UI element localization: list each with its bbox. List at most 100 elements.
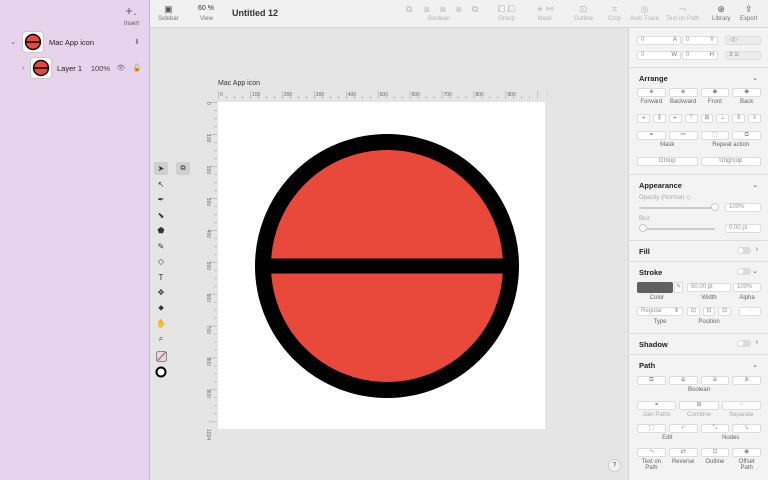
w-field[interactable]: 0W	[637, 51, 681, 60]
mask-button[interactable]: ⚭ ⚯ Mask	[536, 4, 554, 22]
h-field[interactable]: 0H	[682, 51, 718, 60]
path-subtract-icon[interactable]: ⧇	[668, 376, 698, 385]
vector-icon[interactable]: ⬊	[154, 209, 168, 222]
group-button[interactable]: Group	[637, 157, 698, 166]
back-button[interactable]: ◆	[732, 88, 761, 97]
group-button[interactable]: ⧠ ⧠ Group	[498, 4, 515, 22]
stroke-width-field[interactable]: 50.00 pt	[687, 283, 731, 292]
pin-icon[interactable]: ⬇	[132, 38, 142, 46]
backward-button[interactable]: ◈	[668, 88, 698, 97]
stroke-inside-icon[interactable]: ⊡	[687, 307, 700, 316]
mask-button[interactable]: ⚭	[637, 131, 666, 140]
artwork[interactable]	[218, 102, 545, 429]
outline-icon[interactable]: ⊡	[700, 448, 730, 457]
help-button[interactable]: ?	[608, 459, 621, 472]
align-center-icon[interactable]: ⫼	[652, 114, 666, 123]
stroke-alpha-field[interactable]: 100%	[733, 283, 761, 292]
nodes-curve-icon[interactable]: ⤥	[732, 424, 761, 433]
opacity-slider-knob[interactable]	[711, 203, 719, 211]
repeat-step-button[interactable]: ⧉	[732, 131, 761, 140]
boolean-union-button[interactable]: ⧈	[424, 4, 430, 15]
y-field[interactable]: 0Y	[682, 36, 718, 45]
transform-icon[interactable]: ✥	[154, 286, 168, 299]
blur-slider-knob[interactable]	[639, 224, 647, 232]
insert-button[interactable]: +⌄ Insert	[124, 5, 139, 27]
align-top-icon[interactable]: ⊤	[684, 114, 698, 123]
align-button[interactable]: ⧉	[406, 4, 412, 15]
combine-icon[interactable]: ⊞	[679, 401, 719, 410]
hand-icon[interactable]: ✋	[154, 317, 168, 330]
text-on-path-button[interactable]: ⤳ Text on Path	[666, 4, 699, 22]
blur-slider[interactable]	[639, 228, 715, 230]
outline-button[interactable]: ⊡ Outline	[574, 4, 593, 22]
visibility-eye-icon[interactable]: 👁	[116, 64, 126, 72]
reverse-icon[interactable]: ⇄	[668, 448, 698, 457]
chevron-down-icon[interactable]: ⌄	[8, 38, 18, 46]
stroke-type-select[interactable]: Regular ⇕	[637, 307, 683, 316]
x-field[interactable]: 0A	[637, 36, 681, 45]
flip-field[interactable]: ⧖ ⊟	[725, 51, 761, 60]
path-union-icon[interactable]: ⧉	[637, 376, 666, 385]
pen-icon[interactable]: ✒	[154, 193, 168, 206]
align-bottom-icon[interactable]: ⊥	[716, 114, 730, 123]
zoom-icon[interactable]: ⌕	[154, 333, 168, 346]
artboard[interactable]	[218, 102, 545, 429]
front-button[interactable]: ◆	[700, 88, 730, 97]
view-menu-button[interactable]: View	[200, 15, 213, 22]
chevron-down-icon[interactable]: ⌄	[752, 74, 758, 82]
stroke-more-button[interactable]: ···	[739, 307, 761, 316]
distribute-v-icon[interactable]: ≡	[748, 114, 761, 123]
select-arrow-icon[interactable]: ➤	[154, 162, 168, 175]
align-middle-icon[interactable]: ⊞	[700, 114, 714, 123]
align-left-icon[interactable]: ⫷	[637, 114, 650, 123]
distribute-h-icon[interactable]: ⦀	[732, 114, 746, 123]
offset-path-icon[interactable]: ◉	[732, 448, 761, 457]
pencil-icon[interactable]: ✎	[154, 240, 168, 253]
edit-path-icon[interactable]: ⬚	[637, 424, 666, 433]
library-button[interactable]: ⊕ Library	[712, 4, 730, 22]
node-select-icon[interactable]: ↖	[154, 178, 168, 191]
text-tool-icon[interactable]: T	[154, 271, 168, 284]
repeat-button[interactable]: ⬚	[700, 131, 730, 140]
boolean-intersect-button[interactable]: ⧆	[456, 4, 462, 15]
stroke-swatch-icon[interactable]	[154, 365, 168, 378]
edit-check-icon[interactable]: ✓	[668, 424, 698, 433]
separate-icon[interactable]: ⁘	[721, 401, 761, 410]
stroke-color-well[interactable]	[637, 282, 673, 293]
path-intersect-icon[interactable]: ⧆	[700, 376, 730, 385]
join-paths-icon[interactable]: ⚭	[637, 401, 677, 410]
chevron-down-icon[interactable]: ⌄	[752, 181, 758, 189]
fill-toggle[interactable]	[737, 247, 751, 254]
eyedropper-icon[interactable]: ✎	[674, 282, 683, 293]
sidebar-toggle-button[interactable]: ▣ Sidebar	[158, 4, 179, 22]
export-button[interactable]: ⇪ Export	[740, 4, 757, 22]
forward-button[interactable]: ◈	[637, 88, 666, 97]
path-difference-icon[interactable]: ⧈	[732, 376, 761, 385]
stroke-center-icon[interactable]: ⊡	[702, 307, 716, 316]
ungroup-button[interactable]: Ungroup	[700, 157, 761, 166]
chevron-right-icon[interactable]: ›	[756, 246, 758, 253]
nodes-icon[interactable]: ⤡	[700, 424, 730, 433]
chevron-right-icon[interactable]: ›	[18, 65, 28, 72]
blur-field[interactable]: 0.00 pt	[725, 224, 761, 233]
unmask-button[interactable]: ⚯	[668, 131, 698, 140]
fill-swatch-icon[interactable]	[154, 350, 168, 363]
stroke-toggle[interactable]	[737, 268, 751, 275]
tool-options-icon[interactable]: ⧉	[176, 162, 190, 175]
brush-icon[interactable]: ⬟	[154, 224, 168, 237]
lock-icon[interactable]: 🔓	[132, 64, 142, 72]
eraser-icon[interactable]: ⬥	[154, 302, 168, 315]
layer-row-layer1[interactable]: › Layer 1 100% 👁 🔓	[0, 56, 150, 80]
chevron-down-icon[interactable]: ⌄	[752, 267, 758, 275]
fill-bucket-icon[interactable]: ◇	[154, 255, 168, 268]
layer-row-artboard[interactable]: ⌄ Mac App icon ⬇	[0, 30, 150, 54]
rotate-field[interactable]: ◁▷	[725, 36, 761, 45]
auto-trace-button[interactable]: ◎ Auto Trace	[630, 4, 659, 22]
opacity-field[interactable]: 100%	[725, 203, 761, 212]
chevron-right-icon[interactable]: ›	[756, 339, 758, 346]
opacity-slider[interactable]	[639, 207, 715, 209]
text-on-path-icon[interactable]: ⤳	[637, 448, 666, 457]
boolean-subtract-button[interactable]: ⧇	[440, 4, 446, 15]
stroke-outside-icon[interactable]: ⊡	[718, 307, 732, 316]
boolean-difference-button[interactable]: ⧉	[472, 4, 478, 15]
